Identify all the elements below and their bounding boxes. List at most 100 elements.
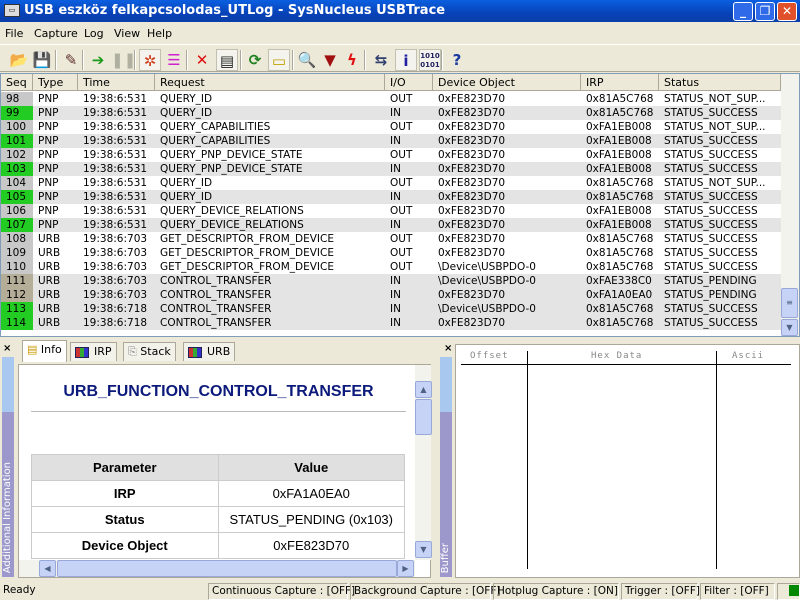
open-folder-icon[interactable]: 📂	[8, 49, 30, 71]
cell-device: 0xFE823D70	[438, 93, 506, 105]
cell-irp: 0x81A5C768	[586, 177, 654, 189]
table-row[interactable]: 103 PNP 19:38:6:531 QUERY_PNP_DEVICE_STATE I…	[1, 162, 781, 176]
ascii-header: Ascii	[732, 351, 765, 361]
cell-time: 19:38:6:531	[83, 107, 148, 119]
refresh-icon[interactable]: ⟳	[244, 49, 266, 71]
close-panel-icon[interactable]: ×	[3, 343, 11, 354]
column-divider	[527, 351, 528, 569]
table-row[interactable]: 112 URB 19:38:6:703 CONTROL_TRANSFER IN 0xFE8…	[1, 288, 781, 302]
scroll-thumb[interactable]: ≡	[781, 288, 798, 318]
minimize-button[interactable]: _	[733, 2, 753, 21]
cell-request: QUERY_ID	[160, 191, 213, 203]
tab-stack[interactable]: ⎘ Stack	[123, 342, 176, 361]
status-continuous-capture: Continuous Capture : [OFF]	[208, 583, 355, 600]
tab-urb[interactable]: URB	[183, 342, 236, 361]
menu-log[interactable]: Log	[84, 27, 104, 40]
filter-icon[interactable]: ▼	[319, 49, 341, 71]
column-header-io[interactable]: I/O	[385, 74, 433, 91]
info-horizontal-scrollbar[interactable]: ◀ ▶	[19, 560, 415, 577]
menu-help[interactable]: Help	[147, 27, 172, 40]
table-row[interactable]: 113 URB 19:38:6:718 CONTROL_TRANSFER IN \Devi…	[1, 302, 781, 316]
status-ready: Ready	[3, 584, 36, 596]
cell-request: QUERY_PNP_DEVICE_STATE	[160, 149, 303, 161]
search-icon[interactable]: 🔍	[296, 49, 318, 71]
scroll-thumb[interactable]	[57, 560, 397, 577]
toolbar-separator	[292, 50, 294, 70]
scroll-down-button[interactable]: ▼	[415, 541, 432, 558]
cell-device: 0xFE823D70	[438, 177, 506, 189]
comment-icon[interactable]: ▭	[268, 49, 290, 71]
scroll-up-button[interactable]: ▲	[415, 381, 432, 398]
cell-seq: 106	[1, 204, 33, 218]
close-panel-icon[interactable]: ×	[444, 343, 452, 354]
menu-capture[interactable]: Capture	[34, 27, 78, 40]
clear-log-icon[interactable]: ✕	[191, 49, 213, 71]
binary-icon[interactable]: 1010 0101	[419, 49, 441, 71]
column-header-type[interactable]: Type	[33, 74, 78, 91]
maximize-button[interactable]: ❐	[755, 2, 775, 21]
device-filter-icon[interactable]: ✎	[60, 49, 82, 71]
info-vertical-scrollbar[interactable]: ▲ ▼	[415, 365, 432, 560]
cell-device: 0xFE823D70	[438, 191, 506, 203]
list-view-icon[interactable]: ▤	[216, 49, 238, 71]
cell-type: URB	[38, 317, 61, 329]
scroll-left-button[interactable]: ◀	[39, 560, 56, 577]
list-vertical-scrollbar[interactable]: ≡ ▼	[781, 74, 799, 336]
table-row[interactable]: 106 PNP 19:38:6:531 QUERY_DEVICE_RELATIONS O…	[1, 204, 781, 218]
column-header-status[interactable]: Status	[659, 74, 781, 91]
table-row[interactable]: 101 PNP 19:38:6:531 QUERY_CAPABILITIES IN 0xF…	[1, 134, 781, 148]
column-header-seq[interactable]: Seq	[1, 74, 33, 91]
column-header-request[interactable]: Request	[155, 74, 385, 91]
scroll-thumb[interactable]	[415, 399, 432, 435]
cell-time: 19:38:6:718	[83, 317, 148, 329]
cell-request: GET_DESCRIPTOR_FROM_DEVICE	[160, 261, 334, 273]
column-header-time[interactable]: Time	[78, 74, 155, 91]
cell-io: OUT	[390, 233, 413, 245]
table-row[interactable]: 108 URB 19:38:6:703 GET_DESCRIPTOR_FROM_DEV…	[1, 232, 781, 246]
tab-irp[interactable]: IRP	[70, 342, 117, 361]
menu-file[interactable]: File	[5, 27, 23, 40]
info-icon[interactable]: i	[395, 49, 417, 71]
additional-information-side-tab[interactable]: Additional Information	[2, 357, 14, 577]
auto-scroll-icon[interactable]: ✲	[139, 49, 161, 71]
column-header-irp[interactable]: IRP	[581, 74, 659, 91]
cell-time: 19:38:6:531	[83, 121, 148, 133]
tree-view-icon[interactable]: ☰	[163, 49, 185, 71]
cell-device: 0xFE823D70	[438, 289, 506, 301]
column-header-device[interactable]: Device Object	[433, 74, 581, 91]
trigger-icon[interactable]: ϟ	[341, 49, 363, 71]
cell-request: QUERY_ID	[160, 93, 213, 105]
scroll-down-button[interactable]: ▼	[781, 319, 798, 336]
cell-status: STATUS_NOT_SUP...	[664, 121, 766, 133]
cell-io: IN	[390, 163, 401, 175]
table-row[interactable]: 105 PNP 19:38:6:531 QUERY_ID IN 0xFE823D70 0x8…	[1, 190, 781, 204]
cell-seq: 104	[1, 176, 33, 190]
cell-type: PNP	[38, 219, 59, 231]
table-row[interactable]: 109 URB 19:38:6:703 GET_DESCRIPTOR_FROM_DEV…	[1, 246, 781, 260]
help-icon[interactable]: ?	[446, 49, 468, 71]
table-row[interactable]: 110 URB 19:38:6:703 GET_DESCRIPTOR_FROM_DEV…	[1, 260, 781, 274]
save-icon[interactable]: 💾	[31, 49, 53, 71]
cell-irp: 0x81A5C768	[586, 261, 654, 273]
scroll-right-button[interactable]: ▶	[397, 560, 414, 577]
table-row[interactable]: 99 PNP 19:38:6:531 QUERY_ID IN 0xFE823D70 0x81…	[1, 106, 781, 120]
cell-time: 19:38:6:531	[83, 205, 148, 217]
buffer-side-tab[interactable]: Buffer	[440, 357, 452, 577]
table-row[interactable]: 107 PNP 19:38:6:531 QUERY_DEVICE_RELATIONS I…	[1, 218, 781, 232]
cell-request: CONTROL_TRANSFER	[160, 289, 272, 301]
pause-capture-icon[interactable]: ❚❚	[111, 49, 136, 71]
close-button[interactable]: ✕	[777, 2, 797, 21]
menu-view[interactable]: View	[114, 27, 140, 40]
table-row[interactable]: 102 PNP 19:38:6:531 QUERY_PNP_DEVICE_STATE O…	[1, 148, 781, 162]
start-capture-icon[interactable]: ➔	[87, 49, 109, 71]
tab-info[interactable]: ▤ Info	[22, 340, 67, 362]
cell-time: 19:38:6:703	[83, 289, 148, 301]
table-row[interactable]: 114 URB 19:38:6:718 CONTROL_TRANSFER IN 0xFE8…	[1, 316, 781, 330]
table-row[interactable]: 98 PNP 19:38:6:531 QUERY_ID OUT 0xFE823D70 0x8…	[1, 92, 781, 106]
table-row[interactable]: 104 PNP 19:38:6:531 QUERY_ID OUT 0xFE823D70 0x…	[1, 176, 781, 190]
table-row[interactable]: 100 PNP 19:38:6:531 QUERY_CAPABILITIES OUT 0x…	[1, 120, 781, 134]
usb-icon[interactable]: ⇆	[370, 49, 392, 71]
cell-status: STATUS_SUCCESS	[664, 233, 758, 245]
cell-device: 0xFE823D70	[438, 107, 506, 119]
table-row[interactable]: 111 URB 19:38:6:703 CONTROL_TRANSFER IN \Devi…	[1, 274, 781, 288]
